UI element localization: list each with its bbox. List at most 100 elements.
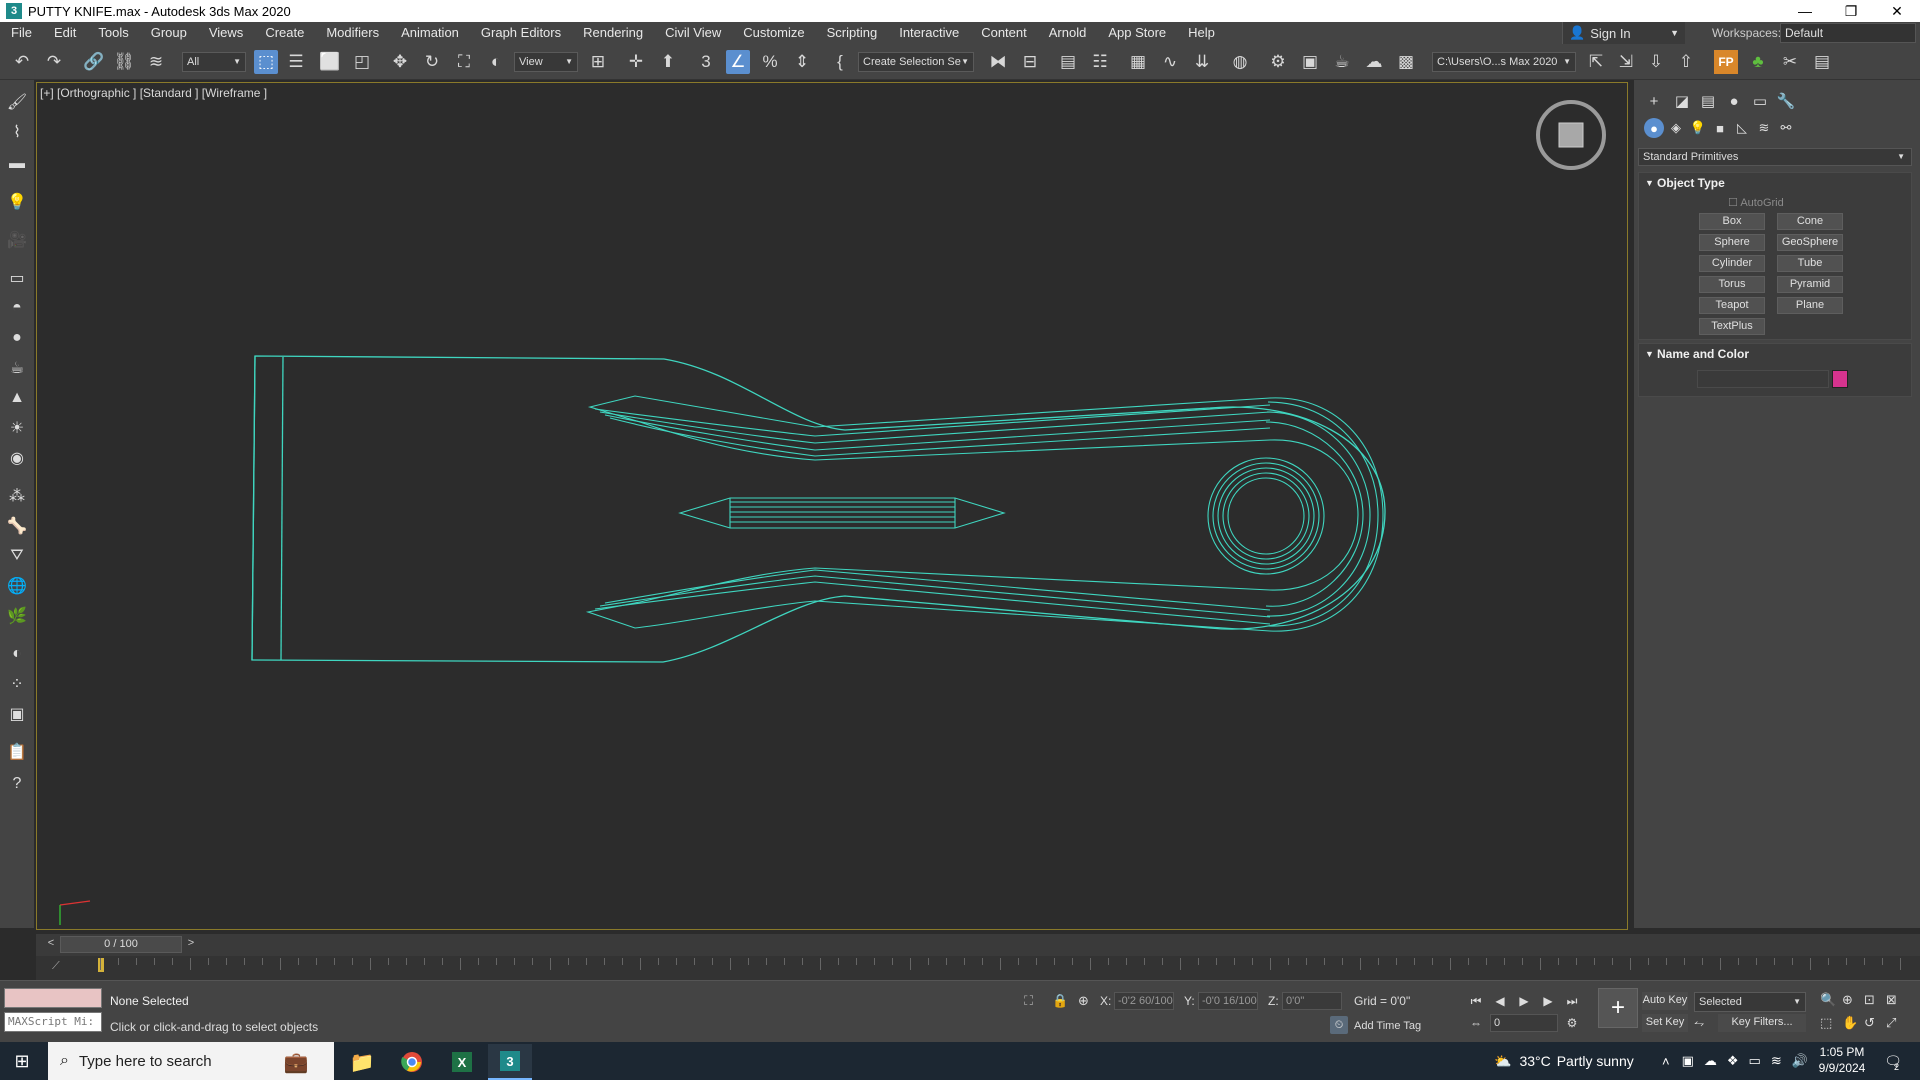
- set-key-button[interactable]: Set Key: [1642, 1014, 1688, 1032]
- track-bar-tick: [460, 958, 461, 970]
- pan-view-icon[interactable]: ✋: [1842, 1015, 1858, 1031]
- curve-editor-toggle-icon[interactable]: ⟋: [52, 960, 60, 973]
- go-to-start-icon[interactable]: ⏮: [1466, 992, 1486, 1010]
- key-filters-button[interactable]: Key Filters...: [1718, 1014, 1806, 1032]
- chevron-down-icon: ▼: [1897, 152, 1905, 161]
- key-mode-toggle-icon[interactable]: ⇔: [1466, 1014, 1486, 1032]
- taskbar-clock[interactable]: 1:05 PM 9/9/2024: [1812, 1044, 1872, 1076]
- name-and-color-header[interactable]: ▼ Name and Color: [1639, 344, 1911, 364]
- torus-button[interactable]: Torus: [1699, 276, 1765, 293]
- onedrive-icon[interactable]: ☁: [1704, 1053, 1717, 1069]
- orbit-icon[interactable]: ↺: [1864, 1015, 1875, 1031]
- play-icon[interactable]: ▶: [1514, 992, 1534, 1010]
- track-bar-tick: [712, 958, 713, 965]
- track-bar-tick: [118, 958, 119, 965]
- current-frame-field[interactable]: 0: [1490, 1014, 1558, 1032]
- volume-icon[interactable]: 🔊: [1792, 1053, 1808, 1069]
- selection-lock-icon[interactable]: 🔒: [1052, 993, 1068, 1009]
- show-hidden-icons-icon[interactable]: ˄: [1662, 1054, 1670, 1069]
- mini-listener-output[interactable]: [4, 988, 102, 1008]
- track-bar[interactable]: [36, 956, 1920, 980]
- z-coord-field[interactable]: 0'0": [1282, 992, 1342, 1010]
- auto-key-button[interactable]: Auto Key: [1642, 992, 1688, 1010]
- meet-now-icon[interactable]: ▣: [1682, 1053, 1694, 1069]
- track-bar-tick: [1702, 958, 1703, 965]
- teapot-button[interactable]: Teapot: [1699, 297, 1765, 314]
- 3ds-max-taskbar-icon[interactable]: 3: [488, 1044, 532, 1080]
- dropbox-icon[interactable]: ❖: [1727, 1053, 1739, 1069]
- object-category-dropdown[interactable]: Standard Primitives ▼: [1638, 148, 1912, 166]
- cone-button[interactable]: Cone: [1777, 213, 1843, 230]
- default-in-out-tangent-icon[interactable]: ⥊: [1694, 1015, 1704, 1031]
- display-tab-icon[interactable]: ▭: [1748, 90, 1772, 112]
- track-bar-tick: [982, 958, 983, 965]
- object-name-input[interactable]: [1697, 370, 1829, 388]
- zoom-icon[interactable]: 🔍: [1820, 992, 1836, 1008]
- time-tag-icon[interactable]: ⏲: [1330, 1016, 1348, 1034]
- tube-button[interactable]: Tube: [1777, 255, 1843, 272]
- work-briefcase-icon[interactable]: 💼: [274, 1044, 318, 1080]
- excel-icon[interactable]: X: [440, 1044, 484, 1080]
- cylinder-button[interactable]: Cylinder: [1699, 255, 1765, 272]
- chrome-logo: [401, 1052, 422, 1072]
- zoom-extents-icon[interactable]: ⊡: [1864, 992, 1875, 1008]
- add-time-tag[interactable]: Add Time Tag: [1354, 1020, 1421, 1032]
- time-slider-prev-button[interactable]: <: [44, 937, 58, 953]
- field-of-view-icon[interactable]: ⬚: [1820, 1015, 1832, 1031]
- geometry-icon[interactable]: ●: [1644, 118, 1664, 138]
- hierarchy-tab-icon[interactable]: ▤: [1696, 90, 1720, 112]
- maximize-viewport-icon[interactable]: ⤢: [1886, 1015, 1896, 1031]
- zoom-extents-all-icon[interactable]: ⊠: [1886, 992, 1897, 1008]
- go-to-end-icon[interactable]: ⏭: [1562, 992, 1582, 1010]
- y-coord-field[interactable]: -0'0 16/100: [1198, 992, 1258, 1010]
- time-marker[interactable]: [98, 958, 104, 972]
- windows-start-icon[interactable]: ⊞: [12, 1051, 32, 1071]
- pyramid-button[interactable]: Pyramid: [1777, 276, 1843, 293]
- textplus-button[interactable]: TextPlus: [1699, 318, 1765, 335]
- systems-icon[interactable]: ⚯: [1776, 118, 1796, 138]
- isolate-selection-icon[interactable]: ⛶: [1024, 993, 1033, 1009]
- time-configuration-icon[interactable]: ⚙: [1562, 1014, 1582, 1032]
- create-tab-icon[interactable]: +: [1642, 90, 1666, 112]
- key-mode-dropdown[interactable]: Selected ▼: [1694, 992, 1806, 1012]
- x-coord-field[interactable]: -0'2 60/100: [1114, 992, 1174, 1010]
- shapes-icon[interactable]: ◈: [1666, 118, 1686, 138]
- time-slider-next-button[interactable]: >: [184, 937, 198, 953]
- autogrid-checkbox[interactable]: ☐ AutoGrid: [1728, 196, 1784, 209]
- track-bar-tick: [1162, 958, 1163, 965]
- plane-button[interactable]: Plane: [1777, 297, 1843, 314]
- file-explorer-icon[interactable]: 📁: [340, 1044, 384, 1080]
- motion-tab-icon[interactable]: ●: [1722, 90, 1746, 112]
- track-bar-tick: [550, 958, 551, 970]
- time-slider-thumb[interactable]: 0 / 100: [60, 936, 182, 953]
- battery-icon[interactable]: ▭: [1749, 1053, 1761, 1069]
- viewcube[interactable]: [1534, 98, 1608, 172]
- utilities-tab-icon[interactable]: 🔧: [1774, 90, 1798, 112]
- zoom-all-icon[interactable]: ⊕: [1842, 992, 1853, 1008]
- track-bar-tick: [226, 958, 227, 965]
- partly-sunny-icon: ⛅: [1494, 1052, 1512, 1069]
- maxscript-listener-input[interactable]: MAXScript Mi:: [4, 1012, 102, 1032]
- previous-frame-icon[interactable]: ◀: [1490, 992, 1510, 1010]
- absolute-mode-icon[interactable]: ⊕: [1078, 993, 1089, 1009]
- sphere-button[interactable]: Sphere: [1699, 234, 1765, 251]
- set-keys-icon[interactable]: +: [1598, 988, 1638, 1028]
- excel-logo: X: [452, 1052, 472, 1072]
- helpers-icon[interactable]: ◺: [1732, 118, 1752, 138]
- object-type-header[interactable]: ▼ Object Type: [1639, 173, 1911, 193]
- modify-tab-icon[interactable]: ◪: [1670, 90, 1694, 112]
- track-bar-tick: [1684, 958, 1685, 965]
- lights-icon[interactable]: 💡: [1688, 118, 1708, 138]
- wifi-icon[interactable]: ≋: [1771, 1053, 1782, 1069]
- chrome-icon[interactable]: [390, 1044, 434, 1080]
- box-button[interactable]: Box: [1699, 213, 1765, 230]
- notification-center-icon[interactable]: 🗨: [1880, 1050, 1906, 1072]
- next-frame-icon[interactable]: ▶: [1538, 992, 1558, 1010]
- cameras-icon[interactable]: ■: [1710, 118, 1730, 138]
- geosphere-button[interactable]: GeoSphere: [1777, 234, 1843, 251]
- weather-widget[interactable]: ⛅ 33°C Partly sunny: [1494, 1042, 1634, 1080]
- y-coord-label: Y:: [1184, 994, 1195, 1008]
- space-warps-icon[interactable]: ≋: [1754, 118, 1774, 138]
- collapse-triangle-icon: ▼: [1645, 178, 1654, 188]
- object-color-swatch[interactable]: [1832, 370, 1848, 388]
